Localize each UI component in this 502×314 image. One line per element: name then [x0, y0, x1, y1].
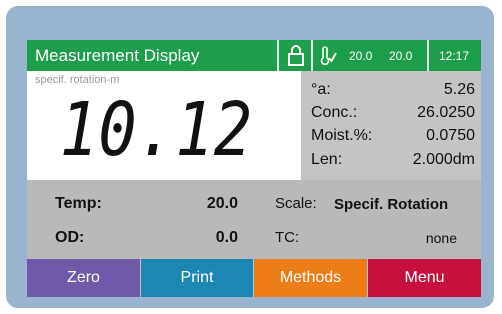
title-separator [311, 40, 313, 71]
temp-label: Temp: [55, 195, 102, 212]
button-bar: Zero Print Methods Menu [27, 259, 481, 297]
parameters-panel: °a: 5.26 Conc.: 26.0250 Moist.%: 0.0750 … [301, 71, 481, 180]
title-separator [277, 40, 279, 71]
reading-panel: specif. rotation-m 10.12 [27, 71, 301, 180]
thermometer-check-icon [320, 46, 337, 66]
print-button[interactable]: Print [141, 259, 253, 297]
clock: 12:17 [439, 49, 470, 63]
screen-title: Measurement Display [35, 46, 200, 65]
od-value: 0.0 [215, 229, 238, 246]
reading-value: 10.12 [60, 88, 253, 173]
temp-value: 20.0 [206, 195, 238, 212]
lock-icon[interactable] [287, 45, 305, 66]
main-reading: 10.12 [60, 88, 253, 173]
length-value: 2.000dm [412, 151, 475, 168]
tc-label: TC: [275, 229, 300, 246]
temperature-setpoint: 20.0 [389, 49, 413, 63]
title-bar: Measurement Display 20.0 20.0 12:17 [27, 40, 481, 71]
menu-button[interactable]: Menu [368, 259, 481, 297]
conc-value: 26.0250 [417, 104, 475, 121]
title-separator [427, 40, 429, 71]
od-label: OD: [55, 229, 85, 246]
alpha-label: °a: [311, 81, 331, 98]
info-panel: Temp: 20.0 OD: 0.0 Scale: Specif. Rotati… [27, 180, 481, 259]
conc-label: Conc.: [311, 104, 358, 121]
alpha-value: 5.26 [443, 81, 475, 98]
zero-button[interactable]: Zero [27, 259, 140, 297]
scale-value: Specif. Rotation [334, 196, 449, 213]
measurement-screen: Measurement Display 20.0 20.0 12:17 spec… [27, 40, 481, 297]
moisture-label: Moist.%: [311, 127, 373, 144]
methods-button[interactable]: Methods [254, 259, 367, 297]
length-label: Len: [311, 151, 343, 168]
moisture-value: 0.0750 [426, 127, 475, 144]
temperature-reading: 20.0 [349, 49, 373, 63]
scale-label: Scale: [275, 195, 317, 212]
tc-value: none [425, 230, 457, 246]
